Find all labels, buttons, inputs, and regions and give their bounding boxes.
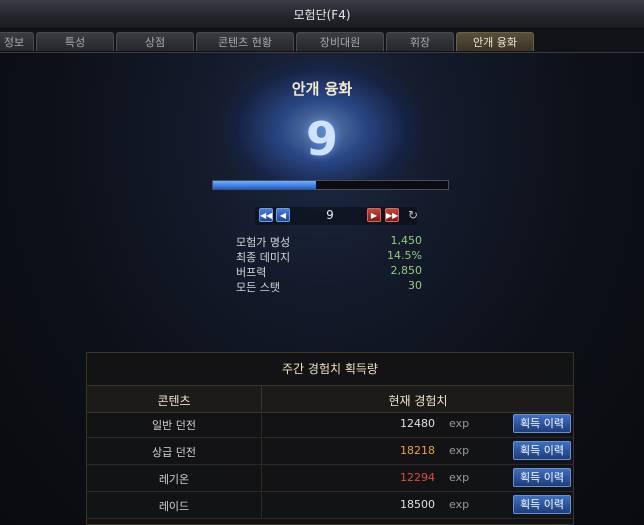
double-left-icon[interactable]: ◀◀	[259, 208, 273, 222]
table-row: 일반 던전 12480 exp 획득 이력	[87, 411, 573, 438]
stat-row: 모든 스탯 30	[236, 279, 422, 294]
table-row: 레이드 18500 exp 획득 이력	[87, 492, 573, 519]
content-name: 레이드	[158, 500, 190, 513]
window-titlebar: 모험단(F4)	[0, 0, 644, 29]
stat-row: 최종 데미지 14.5%	[236, 249, 422, 264]
tab-equipment-crew[interactable]: 장비대원	[296, 32, 384, 51]
stat-label: 모험가 명성	[236, 236, 291, 249]
stat-list: 모험가 명성 1,450 최종 데미지 14.5% 버프력 2,850 모든 스…	[236, 234, 422, 294]
stat-row: 버프력 2,850	[236, 264, 422, 279]
fusion-progress-fill	[213, 181, 317, 189]
history-button[interactable]: 획득 이력	[513, 441, 571, 460]
table-header: 콘텐츠 현재 경험치	[87, 385, 573, 413]
column-header-content: 콘텐츠	[157, 394, 191, 408]
history-button[interactable]: 획득 이력	[513, 414, 571, 433]
stat-value: 2,850	[390, 264, 423, 277]
history-button[interactable]: 획득 이력	[513, 495, 571, 514]
right-icon[interactable]: ▶	[367, 208, 381, 222]
tab-content-status[interactable]: 콘텐츠 현황	[196, 32, 294, 51]
fusion-progress-bar	[212, 180, 449, 190]
double-right-icon[interactable]: ▶▶	[385, 208, 399, 222]
exp-unit: exp	[449, 417, 470, 430]
weekly-exp-panel: 주간 경험치 획득량 콘텐츠 현재 경험치 일반 던전 12480 exp 획득…	[86, 352, 574, 525]
column-divider	[261, 411, 262, 437]
table-row: 상급 던전 18218 exp 획득 이력	[87, 438, 573, 465]
stat-value: 1,450	[390, 234, 423, 247]
column-header-exp: 현재 경험치	[388, 394, 448, 408]
weekly-exp-title: 주간 경험치 획득량	[282, 362, 378, 376]
refresh-icon[interactable]: ↻	[408, 208, 418, 222]
exp-unit: exp	[449, 498, 470, 511]
content-name: 상급 던전	[152, 446, 196, 459]
tab-fog-fusion[interactable]: 안개 융화	[456, 32, 534, 51]
column-divider	[261, 438, 262, 464]
nav-level-number: 9	[326, 208, 334, 222]
tab-shop[interactable]: 상점	[116, 32, 194, 51]
exp-unit: exp	[449, 444, 470, 457]
fusion-heading: 안개 융화	[291, 80, 353, 98]
tab-bar: 정보 특성 상점 콘텐츠 현황 장비대원 휘장 안개 융화	[0, 29, 644, 53]
stat-label: 최종 데미지	[236, 251, 291, 264]
stat-row: 모험가 명성 1,450	[236, 234, 422, 249]
table-row: 레기온 12294 exp 획득 이력	[87, 465, 573, 492]
stat-value: 14.5%	[387, 249, 422, 262]
content-name: 레기온	[158, 473, 190, 486]
stat-label: 버프력	[236, 266, 267, 279]
exp-unit: exp	[449, 471, 470, 484]
stat-label: 모든 스탯	[236, 281, 280, 294]
exp-value: 18218	[400, 444, 435, 457]
fusion-level: 9	[305, 112, 338, 166]
stat-value: 30	[408, 279, 422, 292]
tab-traits[interactable]: 특성	[36, 32, 114, 51]
tab-info[interactable]: 정보	[0, 32, 34, 51]
exp-value: 12294	[400, 471, 435, 484]
left-icon[interactable]: ◀	[276, 208, 290, 222]
level-nav-row: ◀◀ ◀ 9 ▶ ▶▶ ↻	[0, 206, 644, 226]
content-name: 일반 던전	[152, 419, 196, 432]
exp-value: 12480	[400, 417, 435, 430]
column-divider	[261, 465, 262, 491]
tab-emblem[interactable]: 휘장	[386, 32, 454, 51]
column-divider	[261, 492, 262, 518]
history-button[interactable]: 획득 이력	[513, 468, 571, 487]
exp-value: 18500	[400, 498, 435, 511]
window-title: 모험단(F4)	[293, 8, 351, 22]
